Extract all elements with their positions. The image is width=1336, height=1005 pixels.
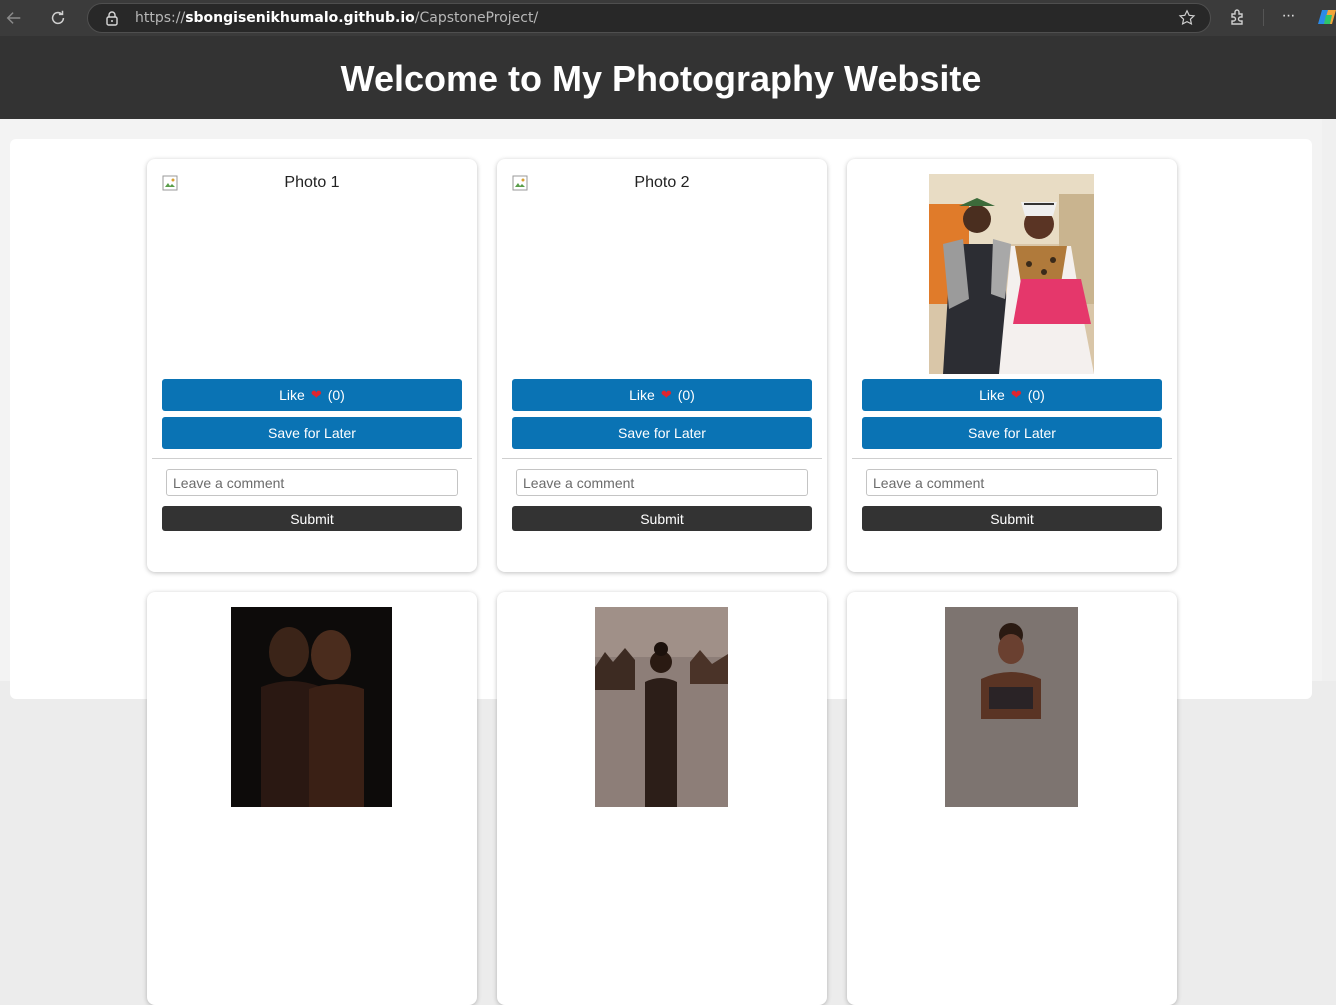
page-title: Welcome to My Photography Website <box>340 58 982 99</box>
lock-icon[interactable] <box>104 10 120 26</box>
card-divider <box>852 458 1172 459</box>
photo-card <box>147 592 477 1005</box>
two-women-photo <box>231 607 392 807</box>
star-icon[interactable] <box>1178 9 1196 27</box>
heart-icon: ❤ <box>1010 387 1022 402</box>
like-count: (0) <box>677 387 695 403</box>
heart-icon: ❤ <box>310 387 322 402</box>
like-label: Like <box>629 387 655 403</box>
photo-gallery: Photo 1 Like ❤ (0) Save for Later Submit P… <box>10 139 1312 1005</box>
url-host: sbongisenikhumalo.github.io <box>185 10 415 26</box>
photo-card: Like ❤ (0) Save for Later Submit <box>847 159 1177 572</box>
photo-card: Photo 1 Like ❤ (0) Save for Later Submit <box>147 159 477 572</box>
submit-button[interactable]: Submit <box>512 506 812 531</box>
save-for-later-button[interactable]: Save for Later <box>162 417 462 449</box>
card-divider <box>502 458 822 459</box>
like-count: (0) <box>1027 387 1045 403</box>
extensions-icon[interactable] <box>1228 7 1248 27</box>
url-path: /CapstoneProject/ <box>414 10 539 26</box>
like-button[interactable]: Like ❤ (0) <box>162 379 462 411</box>
comment-input[interactable] <box>516 469 808 496</box>
photo-1-image: Photo 1 <box>162 174 462 374</box>
address-bar[interactable]: https://sbongisenikhumalo.github.io/Caps… <box>87 3 1211 33</box>
photo-5-image <box>512 607 812 807</box>
comment-input[interactable] <box>866 469 1158 496</box>
submit-button[interactable]: Submit <box>862 506 1162 531</box>
photo-alt-text: Photo 1 <box>284 174 340 191</box>
save-for-later-button[interactable]: Save for Later <box>862 417 1162 449</box>
url-text[interactable]: https://sbongisenikhumalo.github.io/Caps… <box>135 10 538 26</box>
photo-3-image <box>862 174 1162 374</box>
more-icon[interactable]: ··· <box>1276 6 1300 30</box>
woman-portrait-photo <box>945 607 1078 807</box>
photo-4-image <box>162 607 462 807</box>
page-scrollbar[interactable] <box>1322 119 1336 681</box>
like-button[interactable]: Like ❤ (0) <box>512 379 812 411</box>
card-divider <box>152 458 472 459</box>
woman-sunset-photo <box>595 607 728 807</box>
photo-card <box>497 592 827 1005</box>
page-body: Photo 1 Like ❤ (0) Save for Later Submit P… <box>0 119 1336 1005</box>
broken-image-icon <box>162 175 178 191</box>
broken-image-icon <box>512 175 528 191</box>
save-for-later-button[interactable]: Save for Later <box>512 417 812 449</box>
toolbar-divider <box>1263 9 1264 26</box>
photo-card: Photo 2 Like ❤ (0) Save for Later Submit <box>497 159 827 572</box>
like-label: Like <box>279 387 305 403</box>
photo-card <box>847 592 1177 1005</box>
like-label: Like <box>979 387 1005 403</box>
wedding-couple-photo <box>929 174 1094 374</box>
reload-icon[interactable] <box>44 4 72 32</box>
site-header: Welcome to My Photography Website <box>0 36 1336 119</box>
heart-icon: ❤ <box>660 387 672 402</box>
back-arrow-icon[interactable] <box>0 4 28 32</box>
like-button[interactable]: Like ❤ (0) <box>862 379 1162 411</box>
url-scheme: https:// <box>135 10 186 26</box>
submit-button[interactable]: Submit <box>162 506 462 531</box>
copilot-icon[interactable] <box>1318 7 1336 27</box>
comment-input[interactable] <box>166 469 458 496</box>
photo-2-image: Photo 2 <box>512 174 812 374</box>
photo-6-image <box>862 607 1162 807</box>
photo-alt-text: Photo 2 <box>634 174 690 191</box>
like-count: (0) <box>327 387 345 403</box>
browser-toolbar: https://sbongisenikhumalo.github.io/Caps… <box>0 0 1336 36</box>
